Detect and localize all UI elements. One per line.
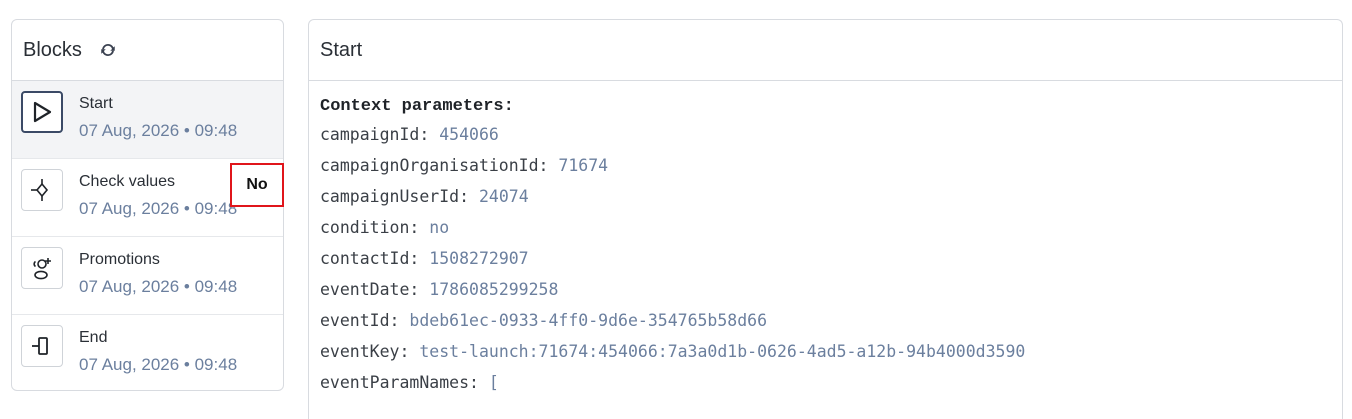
param-row: eventParamNames: [ [320, 367, 1342, 398]
context-title: Context parameters: [320, 97, 514, 116]
param-key: campaignUserId: [320, 187, 470, 206]
block-date: 07 Aug, 2026 • 09:48 [79, 199, 238, 218]
param-value: [ [488, 373, 499, 392]
block-name: Check values [79, 173, 176, 190]
blocks-title: Blocks [23, 38, 82, 61]
condition-badge: No [230, 163, 284, 207]
block-name: Start [79, 95, 113, 112]
param-value: 71674 [558, 156, 609, 175]
block-item-start[interactable]: Start 07 Aug, 2026 • 09:48 [12, 81, 283, 159]
blocks-header: Blocks [12, 20, 283, 81]
block-name: Promotions [79, 251, 160, 268]
block-name: End [79, 329, 108, 346]
detail-panel: Start Context parameters: campaignId: 45… [308, 19, 1343, 419]
users-add-icon [21, 247, 63, 289]
blocks-panel: Blocks Start 07 Aug, 2026 • 09:48 Check … [11, 19, 284, 391]
param-key: eventDate: [320, 280, 420, 299]
param-key: campaignOrganisationId: [320, 156, 549, 175]
param-key: contactId: [320, 249, 420, 268]
block-date: 07 Aug, 2026 • 09:48 [79, 121, 238, 140]
param-key: condition: [320, 218, 420, 237]
param-row: eventKey: test-launch:71674:454066:7a3a0… [320, 336, 1342, 367]
param-key: eventKey: [320, 342, 410, 361]
param-row: campaignOrganisationId: 71674 [320, 150, 1342, 181]
param-key: eventId: [320, 311, 400, 330]
end-icon [21, 325, 63, 367]
block-item-end[interactable]: End 07 Aug, 2026 • 09:48 [12, 315, 283, 393]
block-date: 07 Aug, 2026 • 09:48 [79, 355, 238, 374]
block-item-check-values[interactable]: Check values 07 Aug, 2026 • 09:48 No [12, 159, 284, 237]
param-value: 24074 [478, 187, 529, 206]
refresh-icon[interactable] [98, 40, 118, 60]
param-row: condition: no [320, 212, 1342, 243]
detail-title: Start [320, 38, 363, 61]
detail-header: Start [309, 20, 1342, 81]
block-date: 07 Aug, 2026 • 09:48 [79, 277, 238, 296]
param-row: contactId: 1508272907 [320, 243, 1342, 274]
param-row: eventId: bdeb61ec-0933-4ff0-9d6e-354765b… [320, 305, 1342, 336]
decision-icon [21, 169, 63, 211]
param-value: test-launch:71674:454066:7a3a0d1b-0626-4… [419, 342, 1026, 361]
param-value: 1786085299258 [429, 280, 559, 299]
param-value: 1508272907 [429, 249, 529, 268]
play-icon [21, 91, 63, 133]
param-key: eventParamNames: [320, 373, 479, 392]
param-row: eventDate: 1786085299258 [320, 274, 1342, 305]
param-row: campaignId: 454066 [320, 119, 1342, 150]
param-key: campaignId: [320, 125, 430, 144]
param-value: 454066 [439, 125, 499, 144]
block-item-promotions[interactable]: Promotions 07 Aug, 2026 • 09:48 [12, 237, 283, 315]
param-value: no [429, 218, 450, 237]
param-row: campaignUserId: 24074 [320, 181, 1342, 212]
param-value: bdeb61ec-0933-4ff0-9d6e-354765b58d66 [409, 311, 768, 330]
context-parameters: Context parameters: campaignId: 454066 c… [309, 81, 1342, 398]
